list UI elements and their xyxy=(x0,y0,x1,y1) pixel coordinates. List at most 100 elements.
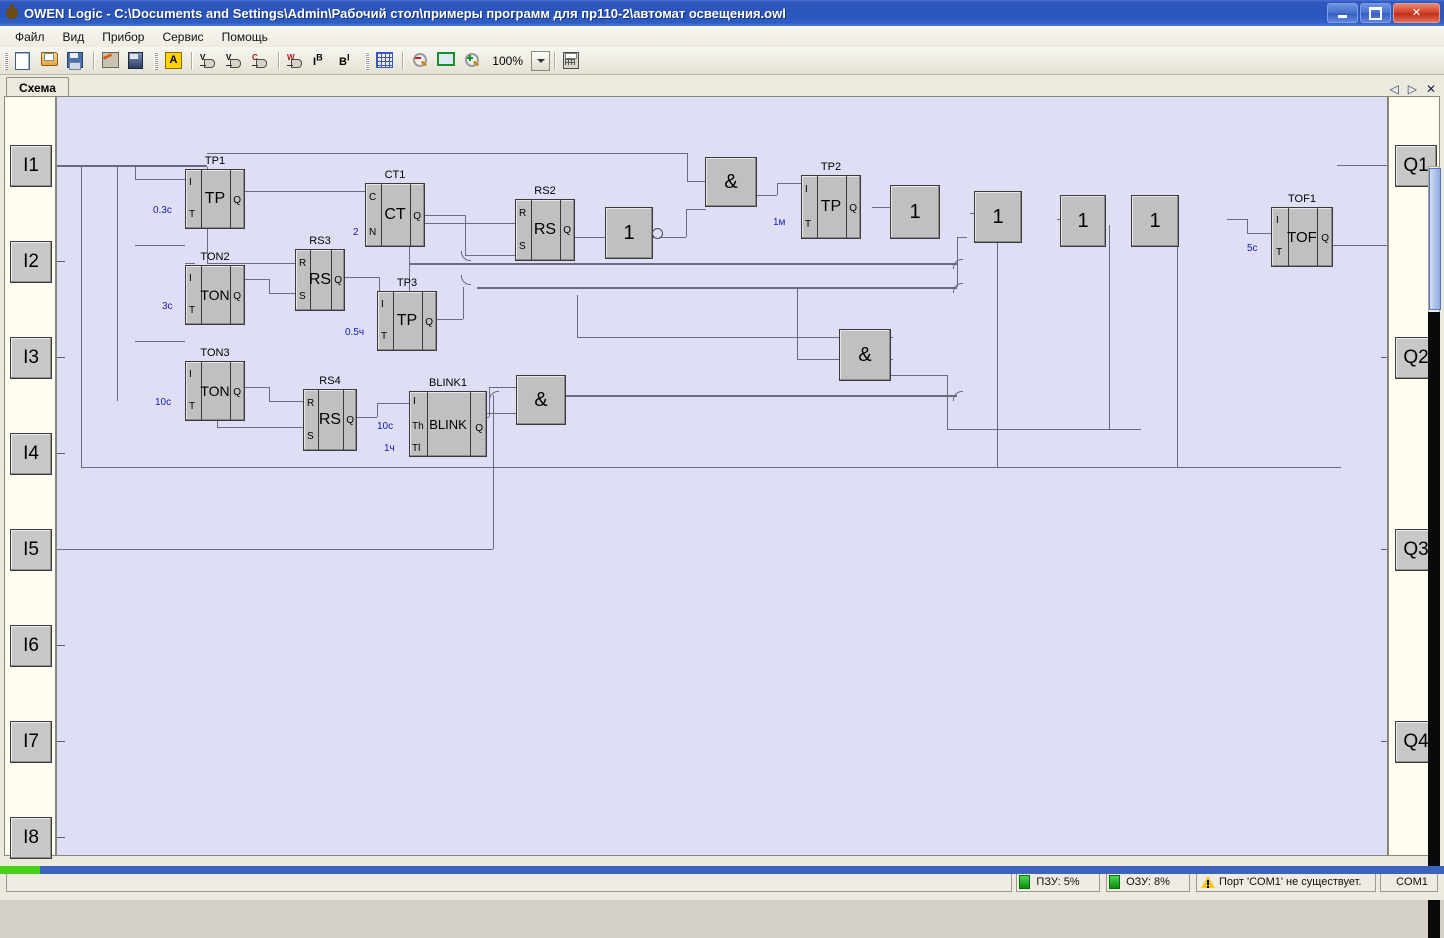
new-file-button[interactable] xyxy=(12,49,36,73)
wire-rs4-blinkv xyxy=(377,403,378,417)
stub-q3 xyxy=(1381,549,1387,550)
grid-button[interactable] xyxy=(373,49,397,73)
wire-ton3-rs4b xyxy=(269,401,303,402)
bool-to-int-button[interactable]: BI xyxy=(336,49,360,73)
gate-or-1[interactable]: 1 xyxy=(890,185,940,239)
tab-prev-icon[interactable]: ◁ xyxy=(1389,83,1398,95)
diagram-canvas[interactable]: TP1 I T Q TP 0.3c TON2 I T Q TON 3c TON3… xyxy=(56,96,1388,856)
block-blink1-param-tl[interactable]: 1ч xyxy=(384,443,395,454)
block-ton3[interactable]: TON3 I T Q TON xyxy=(185,347,245,421)
block-tp3-param[interactable]: 0.5ч xyxy=(345,327,364,338)
open-file-button[interactable] xyxy=(38,49,62,73)
toolbar-grip-2[interactable] xyxy=(154,51,158,70)
edit-project-button[interactable] xyxy=(99,49,123,73)
calculator-button[interactable] xyxy=(560,49,584,73)
save-file-button[interactable] xyxy=(64,49,88,73)
text-label-button[interactable]: A xyxy=(162,49,186,73)
taskbar-strip xyxy=(0,866,1444,874)
gate-or-2[interactable]: 1 xyxy=(974,191,1022,243)
input-terminal-i7[interactable]: I7 xyxy=(10,721,52,763)
tab-next-icon[interactable]: ▷ xyxy=(1408,83,1417,95)
wire-and2-out xyxy=(561,395,957,397)
word-variable-button[interactable]: W xyxy=(284,49,308,73)
status-rom: ПЗУ: 5% xyxy=(1016,872,1100,892)
input-terminal-i2[interactable]: I2 xyxy=(10,241,52,283)
menu-item-file[interactable]: Файл xyxy=(6,27,54,47)
block-blink1-type: BLINK xyxy=(429,416,467,432)
gate-or-4[interactable]: 1 xyxy=(1131,195,1179,247)
application-window: OWEN Logic - C:\Documents and Settings\A… xyxy=(0,0,1444,938)
gate-and-3[interactable]: & xyxy=(839,329,891,381)
block-ton2[interactable]: TON2 I T Q TON xyxy=(185,251,245,325)
block-ct1[interactable]: CT1 C N Q CT xyxy=(365,169,425,247)
menu-item-device[interactable]: Прибор xyxy=(93,27,153,47)
gate-not-1[interactable]: 1 xyxy=(605,207,653,259)
zoom-dropdown-button[interactable] xyxy=(531,50,550,71)
block-tof1-param[interactable]: 5c xyxy=(1247,243,1258,254)
toolbar-separator xyxy=(93,51,94,70)
wire-tp2-or1a xyxy=(872,207,892,208)
wire-bus190 xyxy=(477,287,957,289)
block-tp1-param[interactable]: 0.3c xyxy=(153,205,172,216)
menu-item-view[interactable]: Вид xyxy=(54,27,94,47)
block-rs4[interactable]: RS4 R S Q RS xyxy=(303,375,357,451)
minimize-button[interactable] xyxy=(1327,3,1358,23)
input-terminal-i1[interactable]: I1 xyxy=(10,145,52,187)
toolbar-group-view: 100% xyxy=(361,48,585,74)
block-tp1[interactable]: TP1 I T Q TP xyxy=(185,155,245,229)
input-terminal-i8[interactable]: I8 xyxy=(10,817,52,859)
gate-and-1[interactable]: & xyxy=(705,157,757,207)
block-tp1-type: TP xyxy=(204,190,226,207)
toolbar: A V V C W IB BI 100% xyxy=(0,47,1444,75)
tab-scheme[interactable]: Схема xyxy=(6,77,69,98)
input-terminal-i5[interactable]: I5 xyxy=(10,529,52,571)
toolbar-grip-3[interactable] xyxy=(365,51,369,70)
constant-button[interactable]: C xyxy=(249,49,273,73)
block-blink1[interactable]: BLINK1 I Th Tl Q BLINK xyxy=(409,377,487,457)
zoom-in-button[interactable] xyxy=(460,49,484,73)
wire-or4-tof1a xyxy=(1227,219,1247,220)
block-ton2-param[interactable]: 3c xyxy=(162,301,173,312)
int-to-bool-button[interactable]: IB xyxy=(310,49,334,73)
block-blink1-label: BLINK1 xyxy=(429,377,467,389)
wire-tp3-qv xyxy=(463,287,464,319)
warning-icon xyxy=(1201,875,1215,889)
block-ton3-param[interactable]: 10c xyxy=(155,397,171,408)
zoom-level-value: 100% xyxy=(492,53,523,68)
wire-bus166a xyxy=(185,263,195,264)
stub-i6 xyxy=(57,645,65,646)
restore-button[interactable] xyxy=(1360,3,1391,23)
block-tof1[interactable]: TOF1 I T Q TOF xyxy=(1271,193,1333,267)
block-tp3[interactable]: TP3 I T Q TP xyxy=(377,277,437,351)
block-tp2-param[interactable]: 1м xyxy=(773,217,785,228)
stub-i7 xyxy=(57,741,65,742)
input-terminal-i4[interactable]: I4 xyxy=(10,433,52,475)
gate-and-2[interactable]: & xyxy=(516,375,566,425)
output-variable-button[interactable]: V xyxy=(223,49,247,73)
stub-q4 xyxy=(1381,741,1387,742)
block-ct1-param[interactable]: 2 xyxy=(353,227,359,238)
device-button[interactable] xyxy=(125,49,149,73)
vertical-scrollbar-thumb[interactable] xyxy=(1429,168,1441,310)
main-frame: Файл Вид Прибор Сервис Помощь A V V C W … xyxy=(0,26,1444,938)
zoom-out-button[interactable] xyxy=(408,49,432,73)
menu-item-service[interactable]: Сервис xyxy=(153,27,212,47)
wire-bus166b xyxy=(409,263,957,265)
input-terminal-i6[interactable]: I6 xyxy=(10,625,52,667)
close-button[interactable]: ✕ xyxy=(1393,3,1440,23)
tab-close-icon[interactable]: ✕ xyxy=(1426,83,1436,95)
block-rs4-label: RS4 xyxy=(319,375,341,387)
block-rs3[interactable]: RS3 R S Q RS xyxy=(295,235,345,311)
zoom-fit-button[interactable] xyxy=(434,49,458,73)
zoom-combo[interactable]: 100% xyxy=(487,50,550,71)
block-blink1-param-th[interactable]: 10c xyxy=(377,421,393,432)
block-tp2[interactable]: TP2 I T Q TP xyxy=(801,161,861,239)
wire-or4-low xyxy=(1177,225,1178,467)
input-variable-button[interactable]: V xyxy=(197,49,221,73)
toolbar-grip[interactable] xyxy=(4,51,8,70)
block-rs2[interactable]: RS2 R S Q RS xyxy=(515,185,575,261)
vertical-scrollbar-track[interactable] xyxy=(1428,312,1440,938)
menu-item-help[interactable]: Помощь xyxy=(213,27,277,47)
input-terminal-i3[interactable]: I3 xyxy=(10,337,52,379)
gate-or-3[interactable]: 1 xyxy=(1060,195,1106,247)
